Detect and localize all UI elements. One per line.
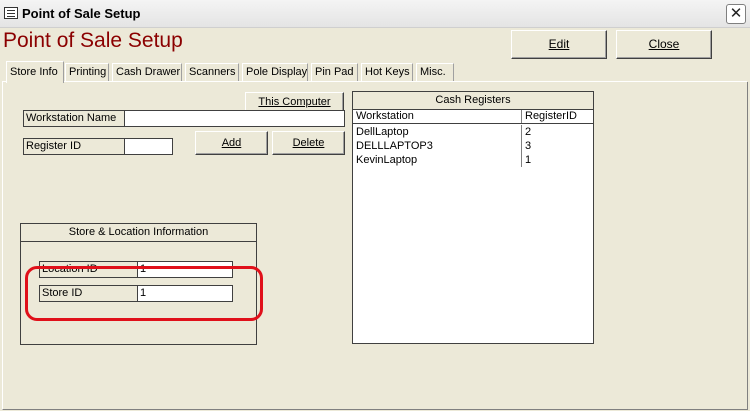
table-row[interactable]: DELLLAPTOP3 3 <box>353 139 593 153</box>
tab-pole-display[interactable]: Pole Display <box>242 63 308 82</box>
form-heading: Point of Sale Setup <box>3 29 183 52</box>
tab-printing[interactable]: Printing <box>65 63 109 82</box>
table-row[interactable]: DellLaptop 2 <box>353 125 593 139</box>
column-header-workstation: Workstation <box>356 110 414 122</box>
close-icon: ✕ <box>729 4 743 22</box>
cash-registers-title: Cash Registers <box>353 92 593 110</box>
tab-scanners[interactable]: Scanners <box>185 63 239 82</box>
store-location-title: Store & Location Information <box>21 224 256 242</box>
workstation-name-field[interactable] <box>124 110 345 127</box>
cell-register-id: 2 <box>521 125 593 139</box>
tab-hot-keys[interactable]: Hot Keys <box>361 63 413 82</box>
form-icon <box>4 7 18 19</box>
window-close-button[interactable]: ✕ <box>726 4 746 24</box>
cell-workstation: DellLaptop <box>356 126 409 138</box>
register-id-label: Register ID <box>23 138 124 155</box>
cell-workstation: DELLLAPTOP3 <box>356 140 433 152</box>
this-computer-button[interactable]: This Computer <box>245 92 344 112</box>
workstation-name-label: Workstation Name <box>23 110 124 127</box>
store-id-label: Store ID <box>39 285 137 302</box>
store-id-field[interactable]: 1 <box>137 285 233 302</box>
register-id-field[interactable] <box>124 138 173 155</box>
tab-store-info[interactable]: Store Info <box>6 61 64 83</box>
window-title: Point of Sale Setup <box>22 6 141 21</box>
delete-button[interactable]: Delete <box>272 131 345 155</box>
column-header-register-id: RegisterID <box>521 110 593 123</box>
close-button[interactable]: Close <box>616 30 712 59</box>
title-bar: Point of Sale Setup ✕ <box>0 0 750 28</box>
tab-pin-pad[interactable]: Pin Pad <box>311 63 358 82</box>
edit-button[interactable]: Edit <box>511 30 607 59</box>
location-id-field[interactable]: 1 <box>137 261 233 278</box>
cell-workstation: KevinLaptop <box>356 154 418 166</box>
location-id-label: Location ID <box>39 261 137 278</box>
add-button[interactable]: Add <box>195 131 268 155</box>
tab-misc[interactable]: Misc. <box>416 63 454 82</box>
cell-register-id: 3 <box>521 139 593 153</box>
tab-cash-drawer[interactable]: Cash Drawer <box>112 63 182 82</box>
table-row[interactable]: KevinLaptop 1 <box>353 153 593 167</box>
cell-register-id: 1 <box>521 153 593 167</box>
cash-registers-header: Workstation RegisterID <box>353 110 593 124</box>
cash-registers-list[interactable]: Cash Registers Workstation RegisterID De… <box>352 91 594 344</box>
store-location-group: Store & Location Information <box>20 223 257 345</box>
